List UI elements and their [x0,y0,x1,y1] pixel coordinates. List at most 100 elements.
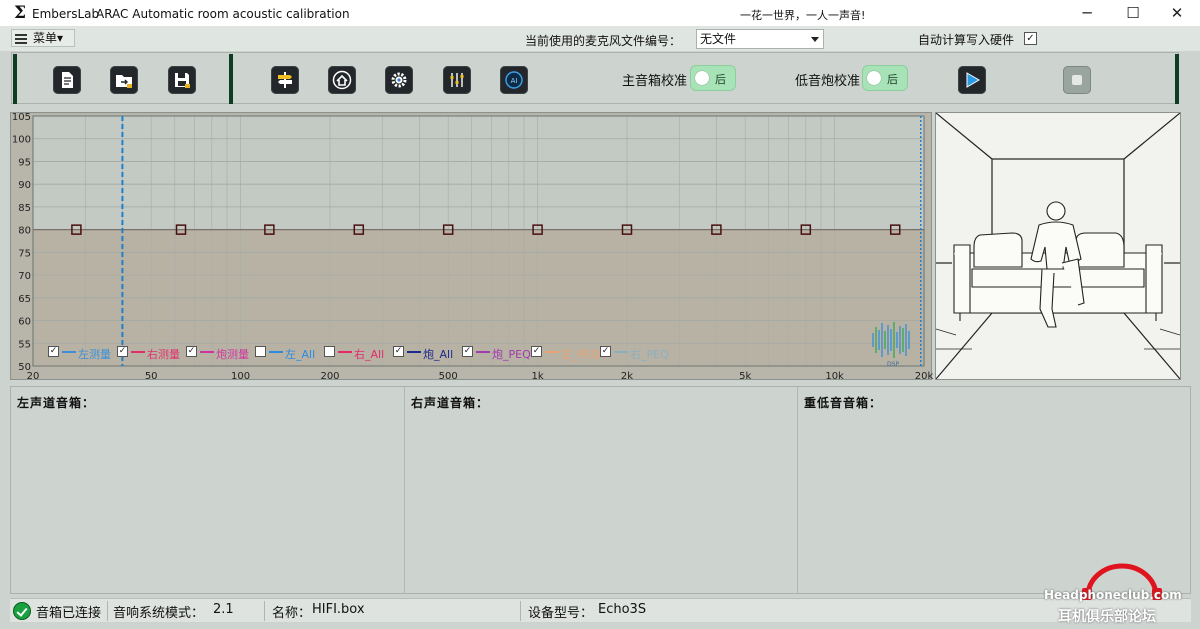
legend-swatch [338,351,352,353]
legend-checkbox[interactable]: ✓ [186,346,197,357]
play-icon[interactable] [958,66,986,94]
mode-value: 2.1 [213,602,234,617]
x-tick-label: 5k [739,371,751,381]
legend-swatch [269,351,283,353]
menu-bar: 菜单▾ 当前使用的麦克风文件编号： 无文件 自动计算写入硬件 ✓ [0,27,1200,51]
auto-write-checkbox[interactable]: ✓ [1024,32,1037,45]
menu-button[interactable]: 菜单▾ [11,29,75,47]
right-speaker-title: 右声道音箱： [411,396,490,410]
maximize-button[interactable]: ☐ [1110,0,1156,27]
legend-swatch [545,351,559,353]
right-speaker-panel: 右声道音箱： [405,387,798,593]
watermark: Headphoneclub.com 耳机俱乐部论坛 [1044,560,1194,626]
legend-swatch [476,351,490,353]
mic-file-value: 无文件 [700,32,737,46]
speaker-panels: 左声道音箱： 右声道音箱： 重低音音箱： [10,386,1191,594]
status-separator [107,601,108,621]
legend-swatch [407,351,421,353]
main-cal-label: 主音箱校准 [622,74,688,89]
status-separator [520,601,521,621]
mixer-sliders-icon[interactable] [443,66,471,94]
device-value: Echo3S [598,602,647,617]
y-tick-label: 100 [12,135,31,146]
auto-write-label: 自动计算写入硬件 [918,33,1015,47]
legend-swatch [200,351,214,353]
toolbar-separator [13,54,17,104]
y-tick-label: 80 [18,226,31,237]
legend-label: 右_All [354,348,385,361]
y-tick-label: 95 [18,157,31,168]
x-tick-label: 200 [320,371,339,381]
watermark-en: Headphoneclub.com [1044,588,1182,602]
new-file-icon[interactable] [53,66,81,94]
ai-chip-icon[interactable]: AI [500,66,528,94]
legend-checkbox[interactable]: ✓ [117,346,128,357]
connected-check-icon [13,602,31,620]
x-tick-label: 10k [825,371,844,381]
legend-checkbox[interactable] [324,346,335,357]
status-bar: 音箱已连接 音响系统模式： 2.1 名称： HIFI.box 设备型号： Ech… [10,598,1191,622]
sigma-logo-icon: Σ [14,3,27,23]
signpost-icon[interactable] [271,66,299,94]
mode-label: 音响系统模式： [113,606,205,621]
close-button[interactable]: ✕ [1154,0,1200,27]
legend-swatch [131,351,145,353]
frequency-response-chart[interactable]: 105 100 95 90 85 80 75 70 65 60 55 50 20 50 100 200 500 1… [10,112,933,381]
mic-file-select[interactable]: 无文件 [696,29,824,49]
left-speaker-title: 左声道音箱： [17,396,96,410]
sub-cal-label: 低音炮校准 [795,74,861,89]
dsp-label: DSP [887,361,899,368]
legend-checkbox[interactable]: ✓ [531,346,542,357]
chart-svg: 1051009590858075706560555020 50 100 200 500 1… [12,113,933,381]
legend-checkbox[interactable]: ✓ [393,346,404,357]
toggle-text: 后 [887,73,898,86]
mic-file-label: 当前使用的麦克风文件编号： [525,34,682,48]
stop-icon[interactable] [1063,66,1091,94]
y-tick-label: 60 [18,317,31,328]
legend-label: 炮_All [423,348,454,361]
minimize-button[interactable]: ─ [1064,0,1110,27]
legend-swatch [614,351,628,353]
legend-checkbox[interactable] [255,346,266,357]
toggle-knob [695,71,709,85]
x-tick-label: 1k [532,371,544,381]
x-tick-label: 20 [27,371,40,381]
y-tick-label: 105 [12,113,31,123]
legend-label: 左_All [285,348,316,361]
legend-label: 右_PEQ [630,348,669,361]
toolbar-separator [229,54,233,104]
app-name: EmbersLab [32,7,100,21]
dropdown-arrow-icon [811,37,819,42]
room-illustration [935,112,1181,380]
legend-label: 左测量 [78,348,111,361]
app-subtitle: ARAC Automatic room acoustic calibration [96,7,350,21]
y-tick-label: 65 [18,294,31,305]
save-icon[interactable] [168,66,196,94]
name-label: 名称： [272,606,312,621]
export-icon[interactable] [110,66,138,94]
x-tick-label: 100 [231,371,250,381]
toolbar-separator [1175,54,1179,104]
home-icon[interactable] [328,66,356,94]
x-tick-label: 2k [621,371,633,381]
legend-checkbox[interactable]: ✓ [462,346,473,357]
connection-status: 音箱已连接 [36,606,102,621]
watermark-cn: 耳机俱乐部论坛 [1058,609,1156,625]
legend-checkbox[interactable]: ✓ [48,346,59,357]
legend-label: 右测量 [147,348,180,361]
legend-swatch [62,351,76,353]
plot-area-upper [33,116,924,230]
left-speaker-panel: 左声道音箱： [11,387,405,593]
title-bar: Σ EmbersLab ARAC Automatic room acoustic… [0,0,1200,27]
hamburger-icon [15,32,27,46]
main-cal-toggle[interactable]: 后 [690,65,736,91]
sub-cal-toggle[interactable]: 后 [862,65,908,91]
slogan: 一花一世界，一人一声音! [740,9,866,22]
y-tick-label: 90 [18,180,31,191]
legend-checkbox[interactable]: ✓ [600,346,611,357]
legend-label: 炮_PEQ [492,348,531,361]
y-tick-label: 70 [18,271,31,282]
legend-label: 左_PEQ [561,348,600,361]
legend-label: 炮测量 [216,348,249,361]
settings-gear-icon[interactable] [385,66,413,94]
